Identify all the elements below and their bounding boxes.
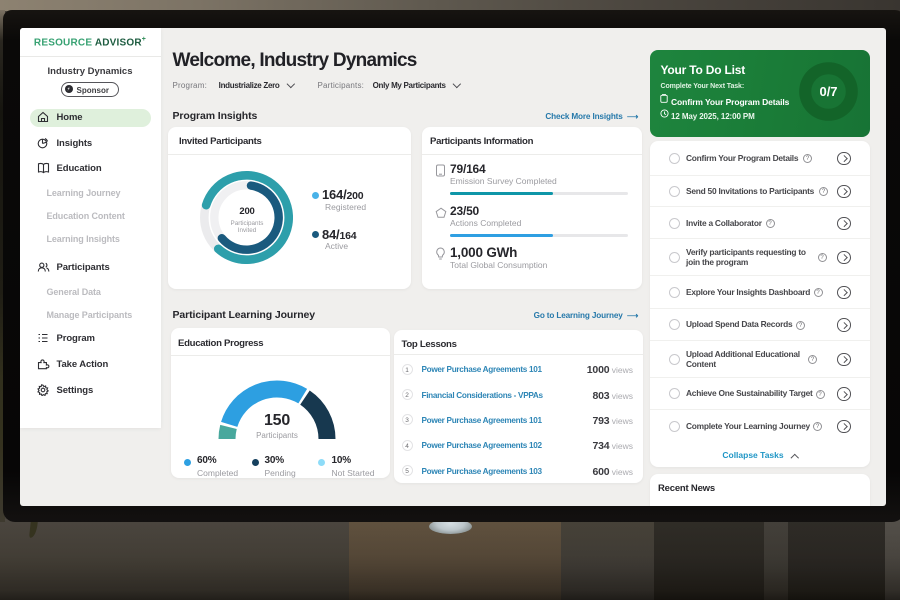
svg-text:0/7: 0/7 bbox=[819, 84, 837, 99]
